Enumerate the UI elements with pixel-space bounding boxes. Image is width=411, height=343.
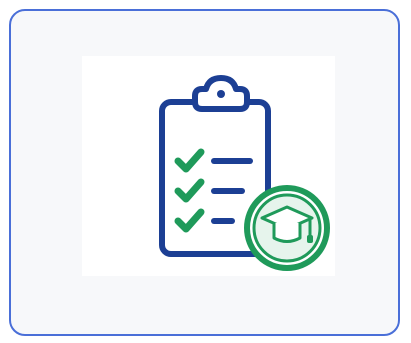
clip-hole (217, 90, 225, 98)
clipboard-checklist-graduation-cap-icon (159, 75, 330, 271)
icon-tile (82, 56, 335, 276)
course-card[interactable] (9, 9, 400, 336)
cap-tassel (307, 235, 313, 243)
cap-base (272, 223, 302, 243)
